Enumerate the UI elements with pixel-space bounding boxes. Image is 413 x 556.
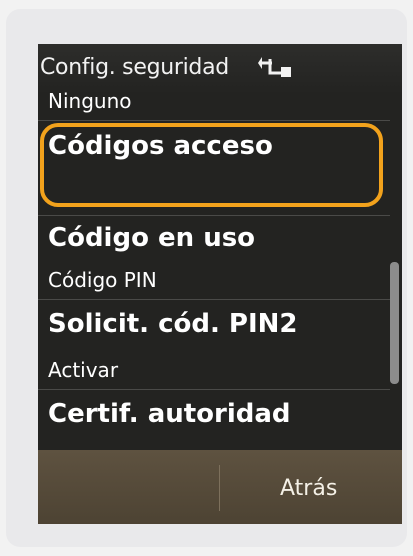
list-item-codigos-acceso[interactable]: Códigos acceso bbox=[48, 131, 273, 161]
back-button[interactable]: Atrás bbox=[280, 476, 337, 501]
header-bar: Config. seguridad bbox=[38, 44, 402, 94]
divider bbox=[38, 299, 390, 300]
lock-key-icon bbox=[258, 57, 291, 77]
divider bbox=[38, 120, 390, 121]
divider bbox=[38, 215, 390, 216]
phone-screen: Config. seguridad Ninguno Códigos acceso… bbox=[38, 44, 402, 524]
list-item-value-codigo-pin: Código PIN bbox=[48, 268, 157, 292]
list-item-codigo-en-uso[interactable]: Código en uso bbox=[48, 223, 255, 253]
scrollbar-thumb[interactable] bbox=[390, 262, 399, 384]
softkey-divider bbox=[219, 465, 220, 511]
list-item-solicit-cod-pin2[interactable]: Solicit. cód. PIN2 bbox=[48, 309, 298, 339]
list-item-certif-autoridad[interactable]: Certif. autoridad bbox=[48, 399, 291, 429]
list-item-value-ninguno: Ninguno bbox=[48, 89, 132, 113]
softkey-bar: Atrás bbox=[38, 450, 402, 524]
list-item-value-activar: Activar bbox=[48, 358, 119, 382]
divider bbox=[38, 389, 390, 390]
page-title: Config. seguridad bbox=[40, 55, 229, 80]
